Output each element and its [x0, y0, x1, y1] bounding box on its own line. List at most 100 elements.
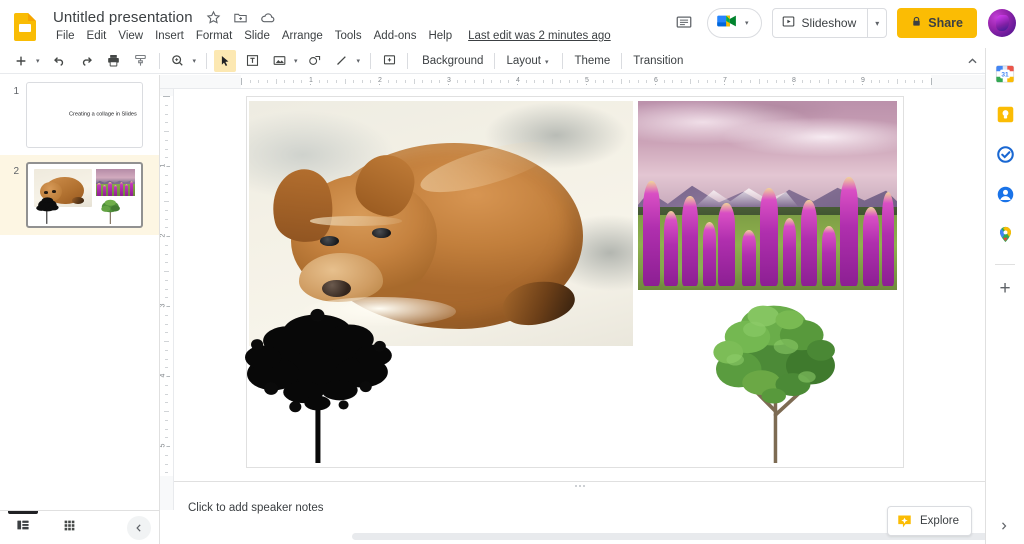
move-to-folder-icon[interactable]	[232, 9, 250, 27]
ruler-tick	[706, 80, 708, 83]
google-contacts-icon[interactable]	[993, 182, 1017, 206]
ruler-tick	[534, 80, 536, 83]
filmstrip-icon	[16, 518, 30, 537]
shape-button[interactable]	[304, 50, 326, 72]
print-button[interactable]	[103, 50, 125, 72]
slide-editor-canvas[interactable]	[174, 89, 985, 474]
slide-filmstrip[interactable]: 1 Creating a collage in Slides 2	[0, 75, 160, 510]
image-green-tree[interactable]	[709, 297, 840, 466]
paint-format-button[interactable]	[130, 50, 152, 72]
undo-button[interactable]	[49, 50, 71, 72]
hide-filmstrip-button[interactable]	[127, 515, 151, 540]
slides-logo-icon[interactable]	[14, 13, 36, 41]
menu-add-ons[interactable]: Add-ons	[368, 28, 423, 44]
menu-help[interactable]: Help	[422, 28, 458, 44]
image-lupin-field[interactable]	[637, 101, 898, 291]
line-chevron-down-icon[interactable]: ▾	[354, 57, 364, 65]
user-avatar[interactable]	[988, 9, 1016, 37]
theme-button[interactable]: Theme	[567, 52, 617, 70]
filmstrip-view-button[interactable]	[0, 510, 46, 544]
star-icon[interactable]	[205, 9, 223, 27]
vertical-ruler[interactable]: 1 2 3 4 5	[160, 89, 174, 510]
slide-thumbnail[interactable]: Creating a collage in Slides	[26, 82, 143, 148]
lupin-flower	[881, 192, 895, 287]
menu-arrange[interactable]: Arrange	[276, 28, 329, 44]
slide-thumb-title: Creating a collage in Slides	[68, 111, 137, 118]
chevron-right-icon[interactable]	[994, 516, 1014, 536]
ruler-tick	[508, 80, 510, 83]
ruler-tick	[165, 288, 168, 290]
ruler-tick	[165, 174, 168, 176]
lock-icon	[911, 16, 922, 30]
transition-button[interactable]: Transition	[626, 52, 690, 70]
google-tasks-icon[interactable]	[993, 142, 1017, 166]
ruler-number: 1	[160, 163, 167, 168]
notes-resize-handle[interactable]	[174, 481, 985, 490]
menu-view[interactable]: View	[112, 28, 149, 44]
slide-thumbnail[interactable]	[26, 162, 143, 228]
line-button[interactable]	[331, 50, 353, 72]
new-slide-button[interactable]	[10, 50, 32, 72]
current-slide[interactable]	[243, 96, 904, 468]
ruler-tick	[465, 80, 467, 83]
lupin-flower	[643, 180, 660, 287]
cloud-saved-icon[interactable]	[259, 9, 277, 27]
menu-format[interactable]: Format	[190, 28, 238, 44]
menu-insert[interactable]: Insert	[149, 28, 190, 44]
chevron-up-icon[interactable]	[962, 51, 982, 71]
ruler-tick	[810, 80, 812, 83]
ruler-number: 2	[160, 233, 167, 238]
new-slide-chevron-down-icon[interactable]: ▾	[33, 57, 43, 65]
share-button[interactable]: Share	[897, 8, 977, 38]
ruler-tick	[741, 80, 743, 83]
menu-file[interactable]: File	[50, 28, 81, 44]
text-box-button[interactable]	[241, 50, 263, 72]
insert-comment-button[interactable]	[378, 50, 400, 72]
puppy-nose	[321, 279, 351, 297]
get-add-ons-button[interactable]: +	[999, 279, 1010, 298]
ruler-tick	[165, 314, 168, 316]
image-black-tree-silhouette[interactable]	[243, 308, 394, 464]
svg-text:31: 31	[1001, 71, 1009, 78]
slideshow-button[interactable]: Slideshow	[773, 9, 868, 37]
ruler-tick	[335, 80, 337, 83]
google-meet-button[interactable]: ▾	[707, 8, 762, 38]
last-edit-link[interactable]: Last edit was 2 minutes ago	[468, 30, 611, 42]
ruler-tick	[165, 104, 168, 106]
google-keep-icon[interactable]	[993, 102, 1017, 126]
menu-edit[interactable]: Edit	[81, 28, 113, 44]
filmstrip-slide-2[interactable]: 2	[0, 155, 159, 235]
zoom-chevron-down-icon[interactable]: ▾	[190, 57, 200, 65]
grid-view-button[interactable]	[46, 511, 92, 544]
slideshow-options-chevron-down-icon[interactable]: ▾	[868, 19, 886, 28]
insert-image-button[interactable]	[268, 50, 290, 72]
background-button[interactable]: Background	[415, 52, 490, 70]
layout-button[interactable]: Layout ▾	[499, 52, 558, 70]
ruler-tick	[542, 80, 544, 83]
speaker-notes-pane[interactable]: Click to add speaker notes	[174, 490, 992, 544]
side-panel-rail: 31 +	[985, 48, 1024, 544]
filmstrip-slide-1[interactable]: 1 Creating a collage in Slides	[0, 75, 159, 155]
ruler-tick	[905, 80, 907, 83]
zoom-button[interactable]	[167, 50, 189, 72]
ruler-tick	[680, 80, 682, 83]
explore-button[interactable]: Explore	[887, 506, 972, 536]
horizontal-ruler[interactable]: 1 2 3 4 5 6 7 8 9	[160, 75, 985, 89]
ruler-tick	[318, 80, 320, 83]
ruler-tick	[913, 80, 915, 83]
ruler-tick	[663, 80, 665, 83]
google-calendar-icon[interactable]: 31	[993, 62, 1017, 86]
image-chevron-down-icon[interactable]: ▾	[291, 57, 301, 65]
select-tool-button[interactable]	[214, 49, 237, 72]
speaker-notes-placeholder[interactable]: Click to add speaker notes	[188, 502, 971, 514]
menu-tools[interactable]: Tools	[329, 28, 368, 44]
ruler-number: 6	[653, 77, 659, 84]
menu-slide[interactable]: Slide	[238, 28, 276, 44]
layout-chevron-down-icon: ▾	[544, 58, 549, 66]
redo-button[interactable]	[76, 50, 98, 72]
ruler-tick	[361, 80, 363, 83]
page-title[interactable]: Untitled presentation	[50, 8, 196, 27]
comment-history-icon[interactable]	[667, 6, 701, 40]
lupin-flower	[741, 229, 756, 287]
google-maps-icon[interactable]	[993, 222, 1017, 246]
